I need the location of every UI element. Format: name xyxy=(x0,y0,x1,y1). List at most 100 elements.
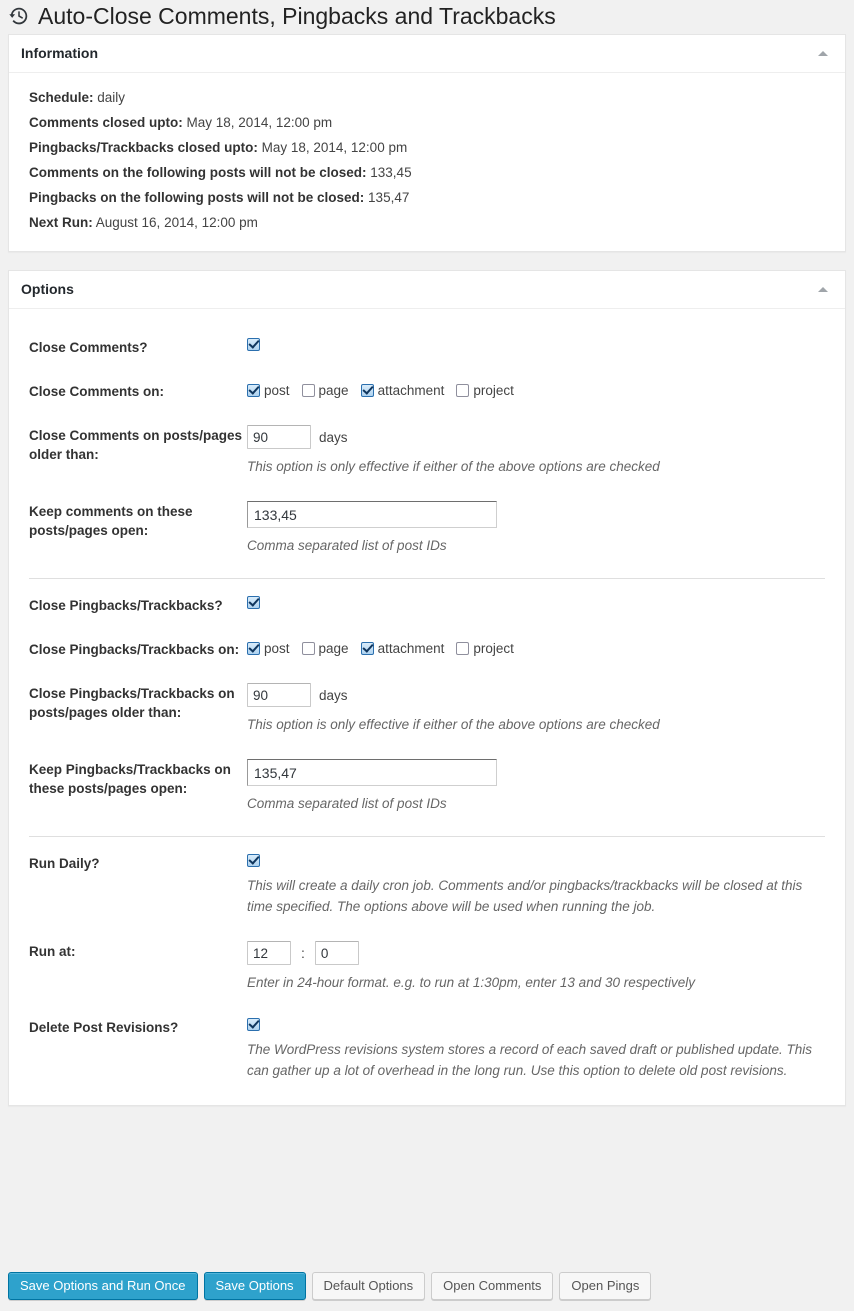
row-label: Close Comments? xyxy=(29,340,148,355)
field-description: The WordPress revisions system stores a … xyxy=(247,1042,813,1078)
row-field: post page attachment project xyxy=(247,381,825,400)
save-options-button[interactable]: Save Options xyxy=(203,1272,306,1300)
row-run-at: Run at: : Enter in 24-hour format. e.g. … xyxy=(29,931,825,1007)
open-pings-button[interactable]: Open Pings xyxy=(559,1272,652,1300)
row-label: Run at: xyxy=(29,944,76,959)
close-comments-days-input[interactable] xyxy=(247,425,311,449)
default-options-button[interactable]: Default Options xyxy=(311,1272,426,1300)
checkbox-item-page[interactable]: page xyxy=(301,639,349,658)
delete-revisions-checkbox[interactable] xyxy=(247,1018,260,1031)
checkbox-item-project[interactable]: project xyxy=(456,381,514,400)
info-value: 133,45 xyxy=(370,165,412,180)
checkbox-item-attachment[interactable]: attachment xyxy=(360,381,445,400)
close-comments-project-checkbox[interactable] xyxy=(456,384,470,397)
row-label: Close Comments on: xyxy=(29,384,165,399)
close-comments-checkbox[interactable] xyxy=(247,338,260,351)
field-description: This will create a daily cron job. Comme… xyxy=(247,878,803,914)
row-label: Close Pingbacks/Trackbacks on: xyxy=(29,642,240,657)
close-comments-page-checkbox[interactable] xyxy=(301,384,315,397)
close-comments-attachment-checkbox[interactable] xyxy=(360,384,374,397)
information-list: Schedule: daily Comments closed upto: Ma… xyxy=(29,85,825,235)
checkbox-label: page xyxy=(318,383,349,398)
close-pingbacks-checkbox[interactable] xyxy=(247,596,260,609)
list-item: Next Run: August 16, 2014, 12:00 pm xyxy=(29,210,825,235)
close-pingbacks-page-checkbox[interactable] xyxy=(301,642,315,655)
row-field: The WordPress revisions system stores a … xyxy=(247,1017,825,1081)
save-options-and-run-once-button[interactable]: Save Options and Run Once xyxy=(8,1272,198,1300)
days-unit-label: days xyxy=(319,687,348,703)
row-close-comments-on: Close Comments on: post page attachment xyxy=(29,371,825,415)
info-key: Pingbacks/Trackbacks closed upto: xyxy=(29,140,258,155)
checkbox-label: attachment xyxy=(377,383,445,398)
section-divider xyxy=(29,836,825,837)
field-description: This option is only effective if either … xyxy=(247,717,660,732)
row-label: Close Pingbacks/Trackbacks? xyxy=(29,598,223,613)
list-item: Pingbacks on the following posts will no… xyxy=(29,185,825,210)
row-delete-revisions: Delete Post Revisions? The WordPress rev… xyxy=(29,1007,825,1095)
section-divider xyxy=(29,578,825,579)
checkbox-item-attachment[interactable]: attachment xyxy=(360,639,445,658)
keep-comments-open-input[interactable] xyxy=(247,501,497,528)
row-close-pingbacks: Close Pingbacks/Trackbacks? xyxy=(29,585,825,629)
close-pingbacks-attachment-checkbox[interactable] xyxy=(360,642,374,655)
info-value: May 18, 2014, 12:00 pm xyxy=(261,140,408,155)
row-field: This will create a daily cron job. Comme… xyxy=(247,853,825,917)
close-pingbacks-days-input[interactable] xyxy=(247,683,311,707)
info-value: 135,47 xyxy=(368,190,410,205)
checkbox-label: attachment xyxy=(377,641,445,656)
backup-clock-icon xyxy=(8,5,30,27)
keep-pingbacks-open-input[interactable] xyxy=(247,759,497,786)
field-description: Enter in 24-hour format. e.g. to run at … xyxy=(247,975,696,990)
row-close-comments-older: Close Comments on posts/pages older than… xyxy=(29,415,825,491)
days-unit-label: days xyxy=(319,429,348,445)
close-pingbacks-post-checkbox[interactable] xyxy=(247,642,260,655)
options-panel: Options Close Comments? Close Comments o… xyxy=(8,270,846,1106)
triangle-up-icon[interactable] xyxy=(813,44,833,64)
row-keep-comments-open: Keep comments on these posts/pages open:… xyxy=(29,491,825,570)
row-run-daily: Run Daily? This will create a daily cron… xyxy=(29,843,825,931)
close-comments-post-checkbox[interactable] xyxy=(247,384,260,397)
information-panel-title: Information xyxy=(21,45,98,61)
information-panel-header[interactable]: Information xyxy=(9,35,845,73)
checkbox-label: project xyxy=(473,383,514,398)
checkbox-item-post[interactable]: post xyxy=(247,381,290,400)
close-comments-on-types: post page attachment project xyxy=(247,381,825,400)
row-field: days This option is only effective if ei… xyxy=(247,683,825,735)
checkbox-item-project[interactable]: project xyxy=(456,639,514,658)
row-field: days This option is only effective if ei… xyxy=(247,425,825,477)
checkbox-label: post xyxy=(264,383,290,398)
open-comments-button[interactable]: Open Comments xyxy=(431,1272,554,1300)
row-label: Close Comments on posts/pages older than… xyxy=(29,428,243,462)
field-description: Comma separated list of post IDs xyxy=(247,538,447,553)
list-item: Pingbacks/Trackbacks closed upto: May 18… xyxy=(29,135,825,160)
info-value: daily xyxy=(97,90,126,105)
run-at-hour-input[interactable] xyxy=(247,941,291,965)
run-daily-checkbox[interactable] xyxy=(247,854,260,867)
checkbox-label: project xyxy=(473,641,514,656)
options-panel-header[interactable]: Options xyxy=(9,271,845,309)
page-title-text: Auto-Close Comments, Pingbacks and Track… xyxy=(38,2,556,29)
triangle-up-icon[interactable] xyxy=(813,280,833,300)
info-key: Next Run: xyxy=(29,215,93,230)
field-description: This option is only effective if either … xyxy=(247,459,660,474)
info-key: Pingbacks on the following posts will no… xyxy=(29,190,365,205)
run-at-minute-input[interactable] xyxy=(314,941,359,965)
checkbox-label: page xyxy=(318,641,349,656)
row-label: Keep Pingbacks/Trackbacks on these posts… xyxy=(29,762,231,796)
close-pingbacks-project-checkbox[interactable] xyxy=(456,642,470,655)
row-label: Run Daily? xyxy=(29,856,100,871)
info-value: August 16, 2014, 12:00 pm xyxy=(95,215,258,230)
row-close-comments: Close Comments? xyxy=(29,327,825,371)
footer-actions: Save Options and Run Once Save Options D… xyxy=(0,1272,854,1300)
info-key: Comments closed upto: xyxy=(29,115,183,130)
time-separator: : xyxy=(301,945,305,961)
checkbox-item-page[interactable]: page xyxy=(301,381,349,400)
list-item: Schedule: daily xyxy=(29,85,825,110)
row-close-pingbacks-older: Close Pingbacks/Trackbacks on posts/page… xyxy=(29,673,825,749)
row-field xyxy=(247,337,825,352)
row-label: Delete Post Revisions? xyxy=(29,1020,179,1035)
info-key: Schedule: xyxy=(29,90,94,105)
list-item: Comments closed upto: May 18, 2014, 12:0… xyxy=(29,110,825,135)
row-field: : Enter in 24-hour format. e.g. to run a… xyxy=(247,941,825,993)
checkbox-item-post[interactable]: post xyxy=(247,639,290,658)
